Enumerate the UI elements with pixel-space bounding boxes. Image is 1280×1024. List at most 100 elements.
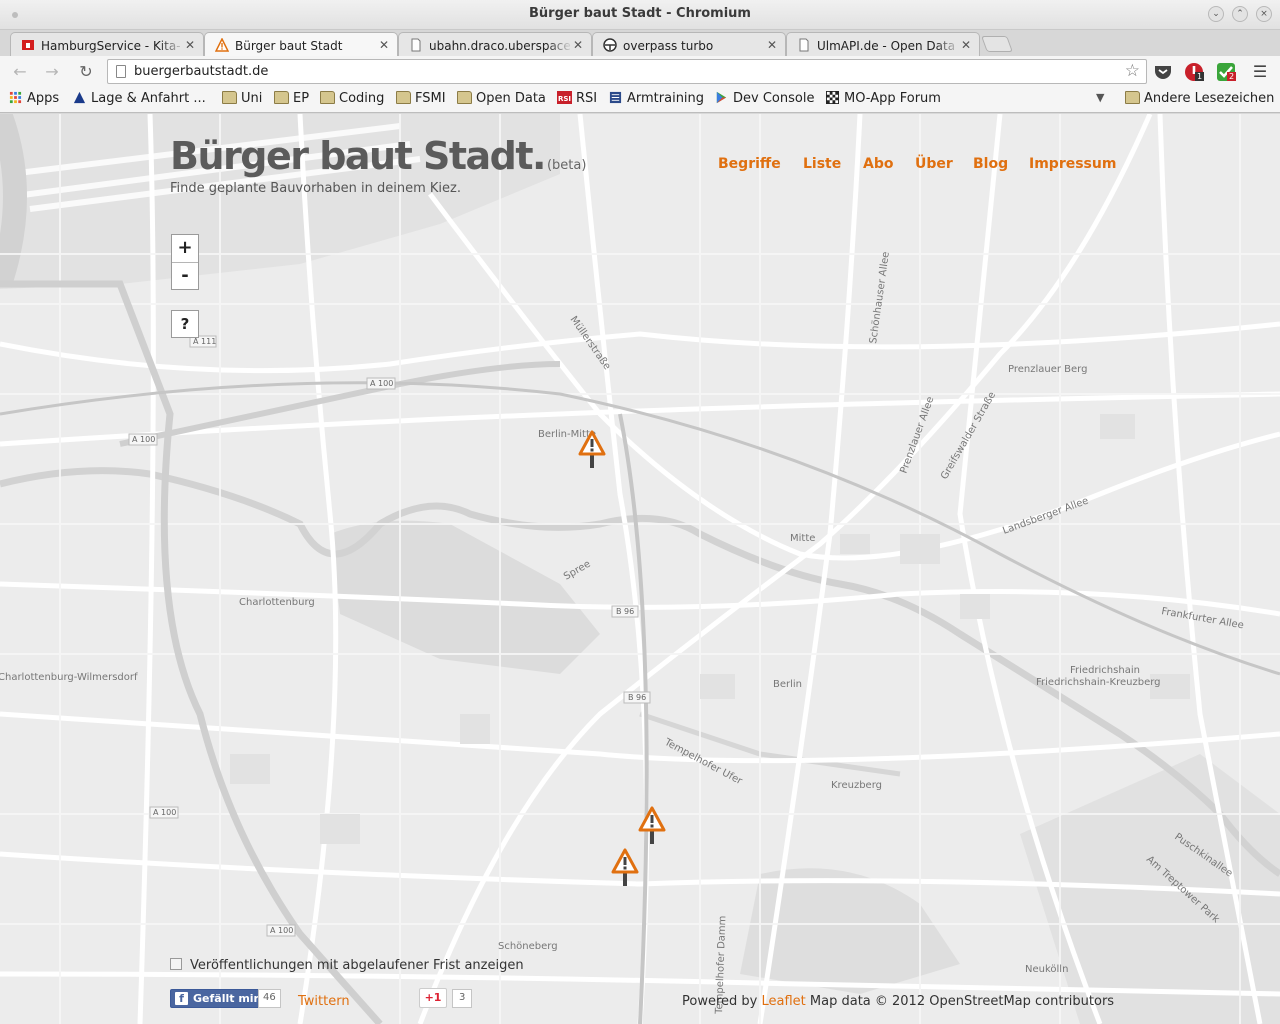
google-plus-button[interactable]: +1 [419,988,447,1008]
close-window-icon[interactable]: × [1256,6,1272,22]
new-tab-button[interactable] [981,36,1013,52]
menu-icon[interactable]: ☰ [1250,62,1270,82]
maximize-icon[interactable]: ⌃ [1232,6,1248,22]
bookmark-lage-anfahrt[interactable]: Lage & Anfahrt ... [72,91,206,106]
leaflet-link[interactable]: Leaflet [762,994,806,1009]
checker-extension-icon[interactable]: 2 [1216,62,1237,82]
map-shield-a111: A 111 [193,337,216,346]
minimize-icon[interactable]: ⌄ [1208,6,1224,22]
tab-strip: HamburgService - Kita- ✕ Bürger baut Sta… [0,30,1280,56]
warning-icon [215,38,229,52]
site-title[interactable]: Bürger baut Stadt. [170,134,546,178]
folder-icon [222,91,237,104]
overpass-icon [603,38,617,52]
forward-icon[interactable]: → [42,62,62,82]
tab-close-icon[interactable]: ✕ [767,38,777,52]
nav-abo[interactable]: Abo [863,156,893,172]
ublock-extension-icon[interactable]: 1 [1184,62,1205,82]
facebook-like-count: 46 [258,989,281,1008]
tab-hamburgservice[interactable]: HamburgService - Kita- ✕ [10,32,204,56]
construction-warning-marker[interactable] [611,848,639,888]
facebook-icon: f [175,992,188,1005]
bookmark-rsi[interactable]: RSI RSI [557,91,597,106]
bookmark-folder-coding[interactable]: Coding [320,91,384,106]
nav-liste[interactable]: Liste [803,156,841,172]
folder-icon [274,91,289,104]
page-info-icon[interactable] [116,65,126,78]
extension-badge: 1 [1195,72,1205,81]
construction-warning-marker[interactable] [578,430,606,470]
bookmark-folder-other[interactable]: Andere Lesezeichen [1125,91,1274,106]
bookmarks-bar: Apps Lage & Anfahrt ... Uni EP Coding FS… [0,87,1280,113]
play-store-icon [716,91,727,104]
hamburg-flag-icon [22,40,34,50]
tab-buerger-baut-stadt[interactable]: Bürger baut Stadt ✕ [204,32,398,56]
folder-icon [1125,91,1140,104]
map-shield-a100: A 100 [153,808,176,817]
tab-close-icon[interactable]: ✕ [961,38,971,52]
bookmark-folder-open-data[interactable]: Open Data [457,91,546,106]
checkered-icon [826,91,839,104]
nav-blog[interactable]: Blog [973,156,1008,172]
nav-impressum[interactable]: Impressum [1029,156,1116,172]
window-title: Bürger baut Stadt - Chromium [529,6,751,21]
map-label-schoeneberg: Schöneberg [498,941,558,952]
map-shield-a100: A 100 [370,379,393,388]
map-label-friedrichshain: Friedrichshain [1070,665,1140,676]
folder-icon [396,91,411,104]
back-icon[interactable]: ← [10,62,30,82]
svg-text:RSI: RSI [558,95,571,103]
bookmark-folder-fsmi[interactable]: FSMI [396,91,446,106]
tab-overpass-turbo[interactable]: overpass turbo ✕ [592,32,786,56]
page-icon [411,38,421,52]
bookmark-apps[interactable]: Apps [8,91,59,106]
construction-warning-marker[interactable] [638,806,666,846]
pocket-icon[interactable] [1153,62,1173,82]
tab-close-icon[interactable]: ✕ [185,38,195,52]
facebook-like-button[interactable]: f Gefällt mir [170,989,266,1008]
bookmarks-overflow-icon[interactable]: ▼ [1096,91,1104,104]
google-plus-count: 3 [452,989,473,1008]
extension-badge: 2 [1227,72,1237,81]
bookmark-dev-console[interactable]: Dev Console [714,91,814,106]
map-attribution: Powered by Leaflet Map data © 2012 OpenS… [682,994,1115,1009]
expired-label: Veröffentlichungen mit abgelaufener Fris… [190,958,524,973]
page-content: Berlin-Mitte Mitte Charlottenburg Charlo… [0,114,1280,1024]
nav-ueber[interactable]: Über [915,156,953,172]
tab-label: overpass turbo [623,39,714,53]
map-label-charlottenburg: Charlottenburg [239,597,315,608]
map-label-mitte: Mitte [790,533,815,544]
zoom-out-button[interactable]: - [172,262,198,289]
page-icon [799,38,809,52]
list-icon [609,91,622,104]
twitter-share-link[interactable]: Twittern [298,994,350,1009]
bookmark-folder-uni[interactable]: Uni [222,91,262,106]
zoom-control: + - [171,234,199,290]
bookmark-armtraining[interactable]: Armtraining [608,91,704,106]
tab-ubahn-draco[interactable]: ubahn.draco.uberspace ✕ [398,32,592,56]
zoom-in-button[interactable]: + [172,235,198,262]
tab-close-icon[interactable]: ✕ [379,38,389,52]
tab-label: Bürger baut Stadt [235,39,343,53]
nav-begriffe[interactable]: Begriffe [718,156,781,172]
address-bar[interactable]: buergerbautstadt.de ☆ [107,59,1147,84]
map-label-berlin: Berlin [773,679,802,690]
bookmark-mo-app-forum[interactable]: MO-App Forum [825,91,941,106]
address-url[interactable]: buergerbautstadt.de [134,64,268,79]
help-button[interactable]: ? [171,310,199,338]
folder-icon [457,91,472,104]
bookmark-folder-ep[interactable]: EP [274,91,309,106]
map-label-charlottenburg-wilmersdorf: Charlottenburg-Wilmersdorf [0,672,138,683]
tab-ulmapi[interactable]: UlmAPI.de - Open Data ✕ [786,32,980,56]
expired-filter-toggle[interactable]: Veröffentlichungen mit abgelaufener Fris… [170,958,524,973]
blue-triangle-icon [73,91,86,104]
window-titlebar: Bürger baut Stadt - Chromium ⌄ ⌃ × [0,0,1280,30]
rsi-logo-icon: RSI [557,91,572,104]
map-label-kreuzberg: Kreuzberg [831,780,882,791]
expired-checkbox[interactable] [170,958,182,970]
apps-grid-icon [9,91,22,104]
bookmark-star-icon[interactable]: ☆ [1125,61,1140,81]
map-label-prenzlauer: Prenzlauer Berg [1008,364,1087,375]
reload-icon[interactable]: ↻ [76,62,96,82]
tab-close-icon[interactable]: ✕ [573,38,583,52]
